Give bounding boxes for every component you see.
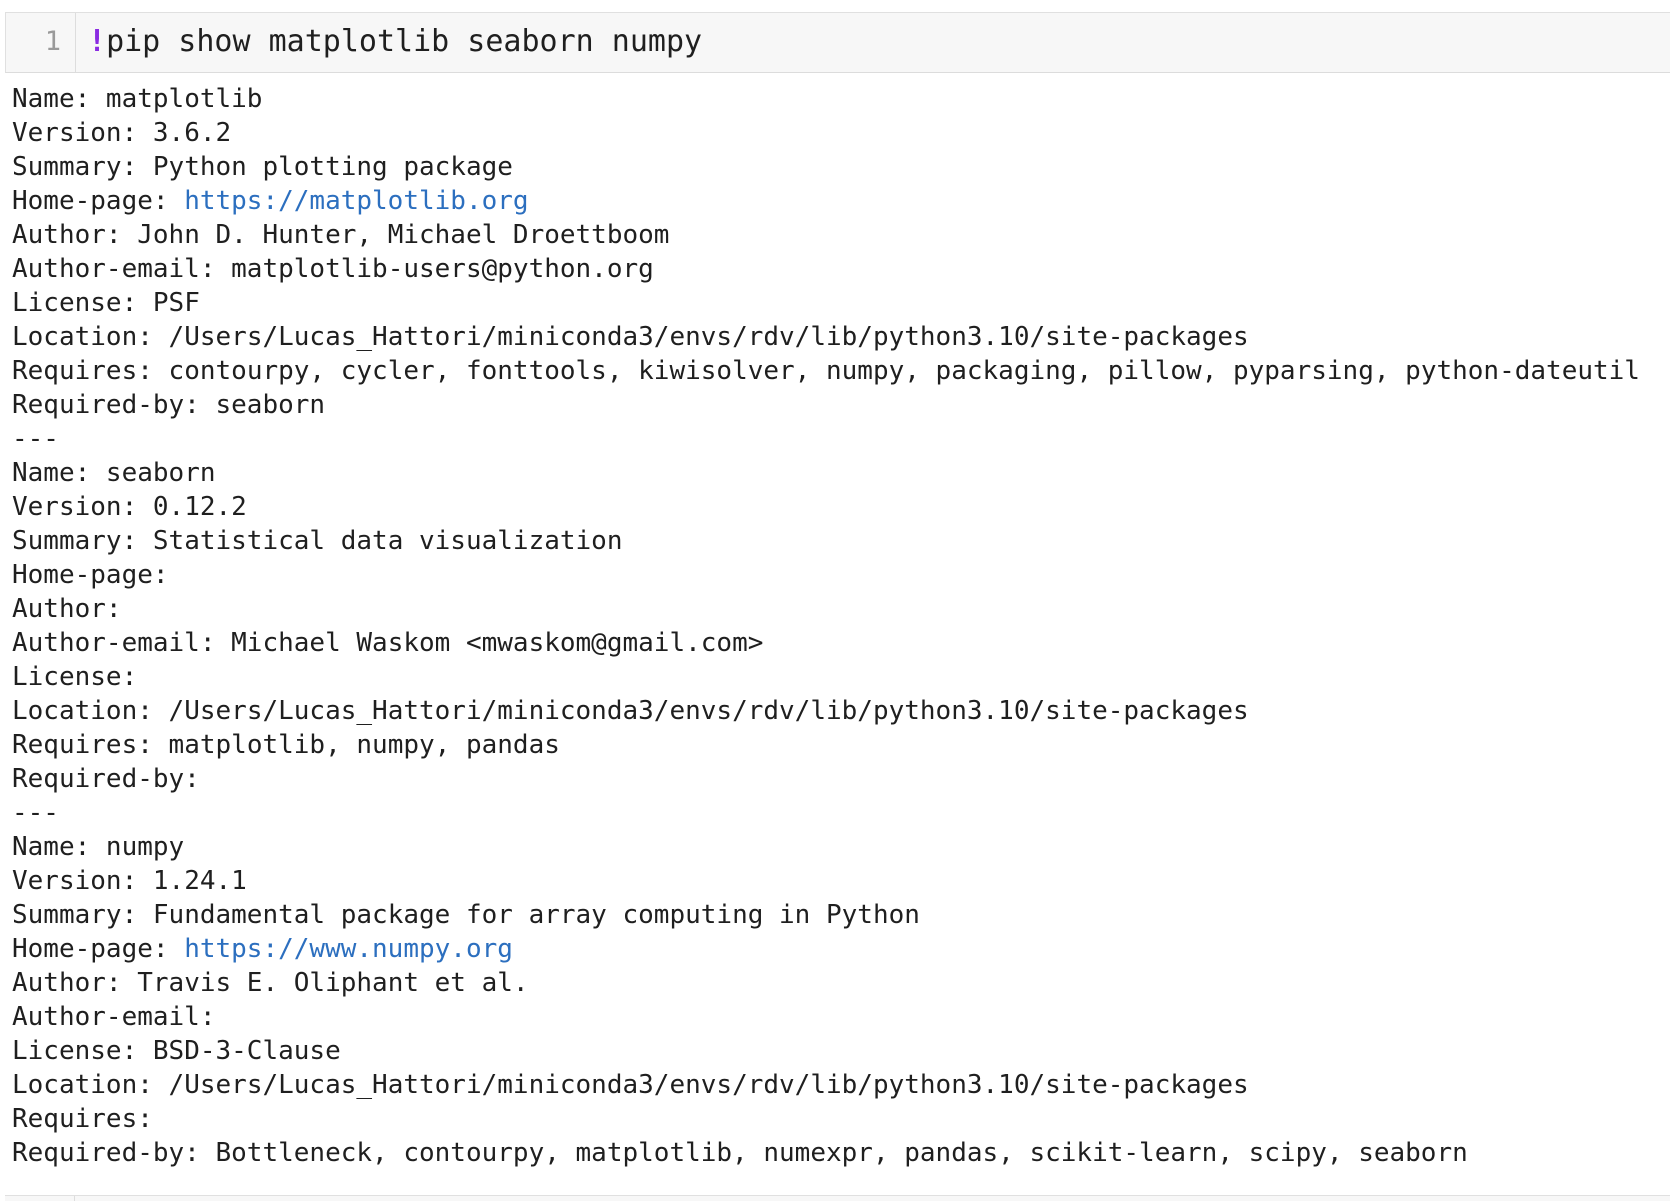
homepage-link[interactable]: https://matplotlib.org xyxy=(184,186,528,216)
output-field-label: --- xyxy=(12,798,59,828)
output-field-value: /Users/Lucas_Hattori/miniconda3/envs/rdv… xyxy=(168,1070,1249,1100)
output-line: Version: 1.24.1 xyxy=(12,864,1667,898)
output-field-value: Statistical data visualization xyxy=(152,526,623,556)
output-line: Home-page: https://matplotlib.org xyxy=(12,184,1667,218)
output-field-label: Author: xyxy=(12,594,122,624)
output-line: --- xyxy=(12,422,1667,456)
output-line: Name: matplotlib xyxy=(12,82,1667,116)
output-field-label: Requires: xyxy=(12,356,169,386)
output-line: Requires: contourpy, cycler, fonttools, … xyxy=(12,354,1667,388)
output-field-label: Version: xyxy=(12,866,153,896)
output-field-label: Location: xyxy=(12,1070,169,1100)
output-field-value: /Users/Lucas_Hattori/miniconda3/envs/rdv… xyxy=(168,696,1249,726)
output-field-label: Requires: xyxy=(12,1104,153,1134)
output-field-label: Home-page: xyxy=(12,934,185,964)
next-cell-edge[interactable] xyxy=(5,1195,1670,1201)
output-line: Location: /Users/Lucas_Hattori/miniconda… xyxy=(12,320,1667,354)
output-field-label: License: xyxy=(12,1036,153,1066)
output-line: Summary: Fundamental package for array c… xyxy=(12,898,1667,932)
output-field-value: numpy xyxy=(105,832,185,862)
output-line: Requires: xyxy=(12,1102,1667,1136)
output-field-value: contourpy, cycler, fonttools, kiwisolver… xyxy=(168,356,1640,386)
next-cell-gutter-edge xyxy=(74,1196,75,1201)
output-field-label: Required-by: xyxy=(12,764,200,794)
shell-escape-bang: ! xyxy=(88,24,107,59)
output-field-value: 0.12.2 xyxy=(152,492,247,522)
output-line: Home-page: xyxy=(12,558,1667,592)
output-field-label: Name: xyxy=(12,832,106,862)
output-line: Name: seaborn xyxy=(12,456,1667,490)
output-line: Summary: Python plotting package xyxy=(12,150,1667,184)
output-field-label: Summary: xyxy=(12,526,153,556)
output-line: Author: xyxy=(12,592,1667,626)
output-field-value: 1.24.1 xyxy=(152,866,247,896)
homepage-link[interactable]: https://www.numpy.org xyxy=(184,934,513,964)
output-line: License: BSD-3-Clause xyxy=(12,1034,1667,1068)
output-line: Required-by: Bottleneck, contourpy, matp… xyxy=(12,1136,1667,1170)
code-input[interactable]: !pip show matplotlib seaborn numpy xyxy=(88,26,702,58)
output-line: Author: John D. Hunter, Michael Droettbo… xyxy=(12,218,1667,252)
output-line: Summary: Statistical data visualization xyxy=(12,524,1667,558)
output-field-value: seaborn xyxy=(215,390,326,420)
output-field-value: Michael Waskom <mwaskom@gmail.com> xyxy=(231,628,764,658)
output-line: Author-email: matplotlib-users@python.or… xyxy=(12,252,1667,286)
output-line: License: PSF xyxy=(12,286,1667,320)
output-line: Required-by: xyxy=(12,762,1667,796)
output-field-label: Name: xyxy=(12,84,106,114)
output-field-value: Fundamental package for array computing … xyxy=(152,900,920,930)
output-field-value: PSF xyxy=(152,288,200,318)
line-number: 1 xyxy=(44,26,61,57)
output-field-value: Travis E. Oliphant et al. xyxy=(137,968,529,998)
output-field-label: Author-email: xyxy=(12,1002,216,1032)
output-line: Requires: matplotlib, numpy, pandas xyxy=(12,728,1667,762)
line-number-gutter: 1 xyxy=(6,13,76,72)
output-field-value: 3.6.2 xyxy=(152,118,232,148)
output-line: --- xyxy=(12,796,1667,830)
output-line: Version: 0.12.2 xyxy=(12,490,1667,524)
output-field-label: Author-email: xyxy=(12,254,232,284)
output-line: License: xyxy=(12,660,1667,694)
output-field-label: Summary: xyxy=(12,900,153,930)
output-field-label: Location: xyxy=(12,322,169,352)
output-field-label: Version: xyxy=(12,118,153,148)
output-line: Author: Travis E. Oliphant et al. xyxy=(12,966,1667,1000)
output-field-value: John D. Hunter, Michael Droettboom xyxy=(137,220,670,250)
output-field-label: Author: xyxy=(12,968,138,998)
output-line: Location: /Users/Lucas_Hattori/miniconda… xyxy=(12,694,1667,728)
output-field-value: matplotlib xyxy=(105,84,263,114)
cell-output: Name: matplotlib Version: 3.6.2 Summary: P… xyxy=(12,82,1667,1170)
output-line: Author-email: xyxy=(12,1000,1667,1034)
output-field-label: License: xyxy=(12,662,138,692)
output-line: Home-page: https://www.numpy.org xyxy=(12,932,1667,966)
output-field-label: Requires: xyxy=(12,730,169,760)
output-field-label: Author: xyxy=(12,220,138,250)
output-field-value: Bottleneck, contourpy, matplotlib, numex… xyxy=(215,1138,1468,1168)
output-field-value: BSD-3-Clause xyxy=(152,1036,341,1066)
output-field-label: Required-by: xyxy=(12,390,216,420)
output-field-label: Author-email: xyxy=(12,628,232,658)
output-line: Location: /Users/Lucas_Hattori/miniconda… xyxy=(12,1068,1667,1102)
input-cell[interactable]: 1 !pip show matplotlib seaborn numpy xyxy=(5,12,1670,73)
output-field-label: Name: xyxy=(12,458,106,488)
output-field-label: Summary: xyxy=(12,152,153,182)
output-field-label: Home-page: xyxy=(12,186,185,216)
output-field-label: Location: xyxy=(12,696,169,726)
shell-command: pip show matplotlib seaborn numpy xyxy=(106,24,703,59)
output-field-value: Python plotting package xyxy=(152,152,513,182)
output-field-value: matplotlib-users@python.org xyxy=(231,254,654,284)
output-line: Required-by: seaborn xyxy=(12,388,1667,422)
output-line: Author-email: Michael Waskom <mwaskom@gm… xyxy=(12,626,1667,660)
output-field-value: seaborn xyxy=(105,458,216,488)
output-field-value: matplotlib, numpy, pandas xyxy=(168,730,560,760)
output-line: Version: 3.6.2 xyxy=(12,116,1667,150)
output-field-label: --- xyxy=(12,424,59,454)
output-field-label: Version: xyxy=(12,492,153,522)
output-line: Name: numpy xyxy=(12,830,1667,864)
output-field-value: /Users/Lucas_Hattori/miniconda3/envs/rdv… xyxy=(168,322,1249,352)
output-field-label: Home-page: xyxy=(12,560,169,590)
output-field-label: Required-by: xyxy=(12,1138,216,1168)
output-field-label: License: xyxy=(12,288,153,318)
